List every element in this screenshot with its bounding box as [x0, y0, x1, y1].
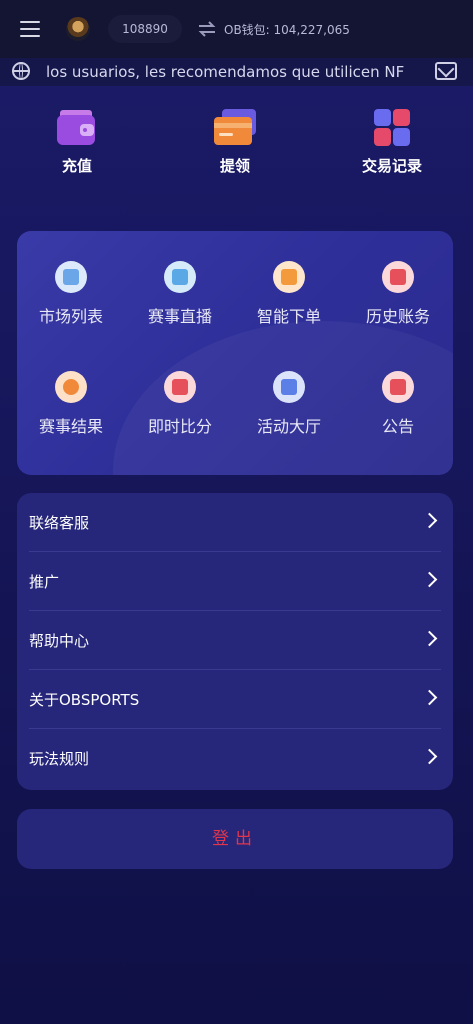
- menu-item-customer-service[interactable]: 联络客服: [29, 493, 441, 552]
- grid-item-label: 赛事直播: [147, 307, 212, 326]
- edit-icon: [273, 261, 305, 293]
- chevron-right-icon: [421, 630, 438, 647]
- avatar[interactable]: [66, 17, 90, 41]
- quick-action-deposit[interactable]: 充值: [17, 86, 137, 176]
- grid-item-results[interactable]: 赛事结果: [17, 371, 125, 437]
- side-menu-panel: 充值 提领 交易记录 市场列表 赛事直播 智能下单 历史账务 赛事结果 即时比分…: [0, 86, 473, 1024]
- grid-item-label: 活动大厅: [256, 417, 321, 436]
- grid-squares-icon: [374, 109, 410, 146]
- mail-icon[interactable]: [435, 62, 457, 80]
- transfer-icon[interactable]: [196, 20, 218, 38]
- quick-action-transactions[interactable]: 交易记录: [332, 86, 452, 176]
- menu-item-label: 推广: [29, 573, 60, 591]
- grid-item-label: 即时比分: [147, 417, 212, 436]
- menu-item-label: 联络客服: [29, 514, 90, 532]
- balance-display: 108890: [108, 15, 182, 43]
- chevron-right-icon: [421, 689, 438, 706]
- megaphone-icon: [382, 371, 414, 403]
- menu-item-about[interactable]: 关于OBSPORTS: [29, 670, 441, 729]
- chevron-right-icon: [421, 748, 438, 765]
- announcement-marquee: los usuarios, les recomendamos que utili…: [0, 58, 473, 86]
- grid-item-label: 市场列表: [38, 307, 103, 326]
- medal-icon: [55, 371, 87, 403]
- grid-item-live-score[interactable]: 即时比分: [126, 371, 234, 437]
- marquee-text: los usuarios, les recomendamos que utili…: [46, 63, 405, 81]
- menu-item-label: 帮助中心: [29, 632, 90, 650]
- menu-item-label: 关于OBSPORTS: [29, 691, 140, 709]
- grid-item-history[interactable]: 历史账务: [344, 261, 452, 327]
- grid-item-announcements[interactable]: 公告: [344, 371, 452, 437]
- grid-item-label: 智能下单: [256, 307, 321, 326]
- document-icon: [55, 261, 87, 293]
- tv-play-icon: [164, 261, 196, 293]
- grid-item-promotions[interactable]: 活动大厅: [235, 371, 343, 437]
- card-icon: [214, 109, 256, 145]
- ob-wallet-label: OB钱包: 104,227,065: [224, 23, 350, 37]
- grid-item-label: 赛事结果: [38, 417, 103, 436]
- top-bar: 108890 OB钱包: 104,227,065: [0, 0, 473, 58]
- quick-action-withdraw[interactable]: 提领: [175, 86, 295, 176]
- quick-action-label: 提领: [219, 157, 250, 175]
- quick-action-label: 交易记录: [361, 157, 422, 175]
- menu-item-label: 玩法规则: [29, 750, 90, 768]
- grid-item-label: 公告: [381, 417, 414, 436]
- wallet-icon: [57, 110, 95, 145]
- menu-list: 联络客服 推广 帮助中心 关于OBSPORTS 玩法规则: [17, 493, 453, 790]
- hamburger-menu-icon[interactable]: [20, 21, 40, 37]
- clock-receipt-icon: [382, 261, 414, 293]
- menu-item-rules[interactable]: 玩法规则: [29, 729, 441, 788]
- feature-grid: 市场列表 赛事直播 智能下单 历史账务 赛事结果 即时比分 活动大厅 公告: [17, 231, 453, 475]
- menu-item-help-center[interactable]: 帮助中心: [29, 611, 441, 670]
- flag-icon: [273, 371, 305, 403]
- grid-item-smart-order[interactable]: 智能下单: [235, 261, 343, 327]
- grid-item-live-stream[interactable]: 赛事直播: [126, 261, 234, 327]
- chevron-right-icon: [421, 571, 438, 588]
- menu-item-referral[interactable]: 推广: [29, 552, 441, 611]
- chevron-right-icon: [421, 512, 438, 529]
- grid-item-label: 历史账务: [365, 307, 430, 326]
- scoreboard-icon: [164, 371, 196, 403]
- logout-button[interactable]: 登出: [17, 809, 453, 869]
- grid-item-market-list[interactable]: 市场列表: [17, 261, 125, 327]
- globe-icon[interactable]: [12, 62, 30, 80]
- quick-action-label: 充值: [61, 157, 92, 175]
